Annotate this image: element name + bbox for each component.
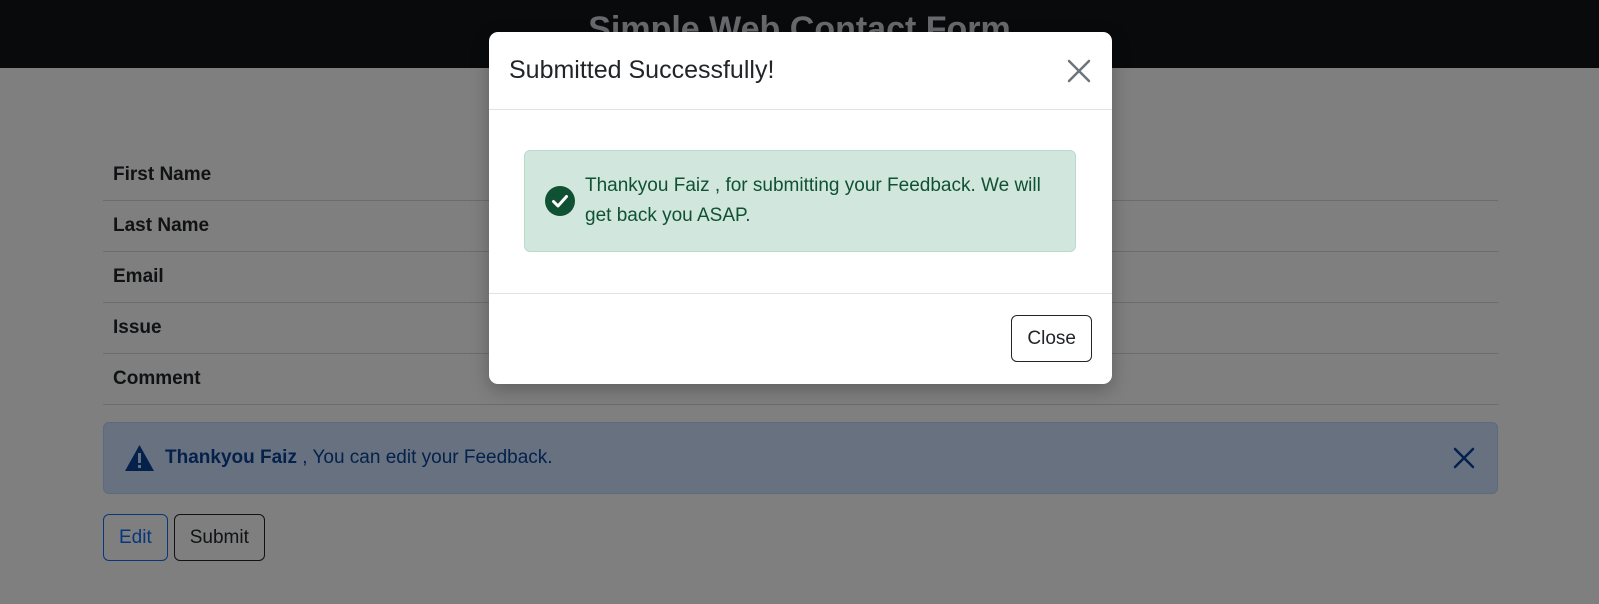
modal-footer: Close xyxy=(489,294,1112,383)
success-modal: Submitted Successfully! Thankyou Faiz , … xyxy=(489,32,1112,384)
close-icon[interactable] xyxy=(1066,58,1092,84)
modal-title: Submitted Successfully! xyxy=(509,56,775,84)
success-message: Thankyou Faiz , for submitting your Feed… xyxy=(585,175,1041,226)
check-circle-icon xyxy=(545,186,575,216)
modal-body: Thankyou Faiz , for submitting your Feed… xyxy=(489,110,1112,294)
page: Simple Web Contact Form First Name Last … xyxy=(0,0,1599,604)
close-button[interactable]: Close xyxy=(1011,315,1092,362)
success-alert: Thankyou Faiz , for submitting your Feed… xyxy=(524,150,1076,252)
modal-header: Submitted Successfully! xyxy=(489,32,1112,110)
